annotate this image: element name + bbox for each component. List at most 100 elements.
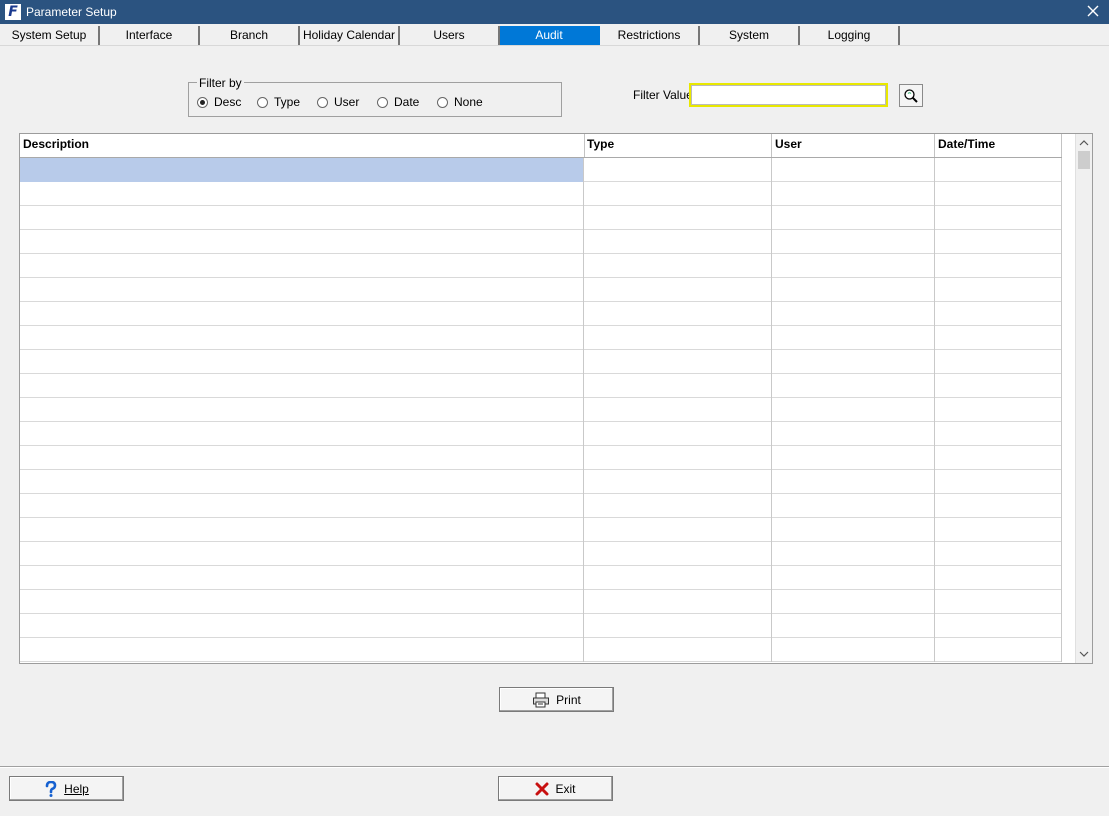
table-cell[interactable] (20, 470, 584, 494)
table-row[interactable] (20, 158, 1062, 182)
table-cell[interactable] (584, 518, 772, 542)
table-cell[interactable] (772, 590, 935, 614)
table-cell[interactable] (584, 230, 772, 254)
filter-value-input[interactable] (691, 85, 886, 105)
table-row[interactable] (20, 422, 1062, 446)
table-row[interactable] (20, 638, 1062, 662)
column-header-type[interactable]: Type (584, 134, 772, 157)
table-row[interactable] (20, 590, 1062, 614)
table-cell[interactable] (935, 494, 1062, 518)
table-row[interactable] (20, 566, 1062, 590)
table-cell[interactable] (772, 230, 935, 254)
table-cell[interactable] (935, 590, 1062, 614)
table-cell[interactable] (584, 350, 772, 374)
vertical-scrollbar[interactable] (1075, 134, 1092, 663)
table-cell[interactable] (584, 614, 772, 638)
radio-button[interactable] (317, 96, 328, 108)
table-row[interactable] (20, 350, 1062, 374)
table-cell[interactable] (935, 230, 1062, 254)
table-cell[interactable] (20, 302, 584, 326)
table-cell[interactable] (584, 542, 772, 566)
table-row[interactable] (20, 542, 1062, 566)
table-cell[interactable] (935, 278, 1062, 302)
table-row[interactable] (20, 446, 1062, 470)
filter-value-field[interactable] (689, 83, 888, 107)
table-cell[interactable] (772, 494, 935, 518)
table-cell[interactable] (935, 446, 1062, 470)
table-cell[interactable] (772, 422, 935, 446)
tab-users[interactable]: Users (400, 26, 500, 45)
table-cell[interactable] (772, 518, 935, 542)
table-cell[interactable] (584, 302, 772, 326)
tab-restrictions[interactable]: Restrictions (600, 26, 700, 45)
table-cell[interactable] (20, 518, 584, 542)
table-row[interactable] (20, 230, 1062, 254)
radio-button[interactable] (377, 96, 388, 108)
table-cell[interactable] (584, 638, 772, 662)
table-cell[interactable] (772, 350, 935, 374)
table-cell[interactable] (584, 590, 772, 614)
table-cell[interactable] (935, 206, 1062, 230)
table-row[interactable] (20, 518, 1062, 542)
scroll-up-icon[interactable] (1079, 138, 1089, 148)
table-cell[interactable] (584, 398, 772, 422)
table-row[interactable] (20, 182, 1062, 206)
table-row[interactable] (20, 374, 1062, 398)
table-cell[interactable] (935, 398, 1062, 422)
table-cell[interactable] (935, 566, 1062, 590)
table-cell[interactable] (772, 614, 935, 638)
close-icon[interactable] (1085, 3, 1101, 19)
table-cell[interactable] (584, 422, 772, 446)
table-cell[interactable] (772, 638, 935, 662)
table-row[interactable] (20, 326, 1062, 350)
scroll-down-icon[interactable] (1079, 649, 1089, 659)
table-cell[interactable] (935, 638, 1062, 662)
filter-radio-user[interactable]: User (317, 95, 359, 109)
table-cell[interactable] (584, 470, 772, 494)
table-cell[interactable] (772, 374, 935, 398)
column-header-description[interactable]: Description (20, 134, 585, 157)
table-cell[interactable] (772, 446, 935, 470)
table-row[interactable] (20, 278, 1062, 302)
table-cell[interactable] (584, 326, 772, 350)
table-row[interactable] (20, 302, 1062, 326)
print-button[interactable]: Print (499, 687, 614, 712)
table-cell[interactable] (772, 206, 935, 230)
table-cell[interactable] (935, 518, 1062, 542)
table-cell[interactable] (20, 350, 584, 374)
table-cell[interactable] (772, 158, 935, 182)
table-cell[interactable] (772, 182, 935, 206)
tab-holiday-calendar[interactable]: Holiday Calendar (300, 26, 400, 45)
table-cell[interactable] (584, 374, 772, 398)
tab-system[interactable]: System (700, 26, 800, 45)
table-row[interactable] (20, 398, 1062, 422)
table-cell[interactable] (584, 182, 772, 206)
table-cell[interactable] (20, 254, 584, 278)
radio-button[interactable] (257, 96, 268, 108)
table-cell[interactable] (935, 326, 1062, 350)
filter-radio-desc[interactable]: Desc (197, 95, 241, 109)
audit-grid[interactable]: Description Type User Date/Time (19, 133, 1093, 664)
table-cell[interactable] (772, 302, 935, 326)
table-cell[interactable] (20, 206, 584, 230)
table-cell[interactable] (20, 542, 584, 566)
table-cell[interactable] (772, 398, 935, 422)
table-cell[interactable] (20, 326, 584, 350)
column-header-datetime[interactable]: Date/Time (935, 134, 1062, 157)
table-cell[interactable] (584, 158, 772, 182)
table-cell[interactable] (935, 302, 1062, 326)
table-cell[interactable] (584, 278, 772, 302)
table-cell[interactable] (935, 470, 1062, 494)
filter-radio-date[interactable]: Date (377, 95, 419, 109)
table-cell[interactable] (935, 350, 1062, 374)
scroll-thumb[interactable] (1078, 151, 1090, 169)
table-cell[interactable] (20, 182, 584, 206)
table-row[interactable] (20, 494, 1062, 518)
table-cell[interactable] (772, 542, 935, 566)
table-cell[interactable] (772, 254, 935, 278)
tab-logging[interactable]: Logging (800, 26, 900, 45)
table-cell[interactable] (935, 614, 1062, 638)
table-cell[interactable] (20, 446, 584, 470)
table-row[interactable] (20, 254, 1062, 278)
table-cell[interactable] (20, 398, 584, 422)
